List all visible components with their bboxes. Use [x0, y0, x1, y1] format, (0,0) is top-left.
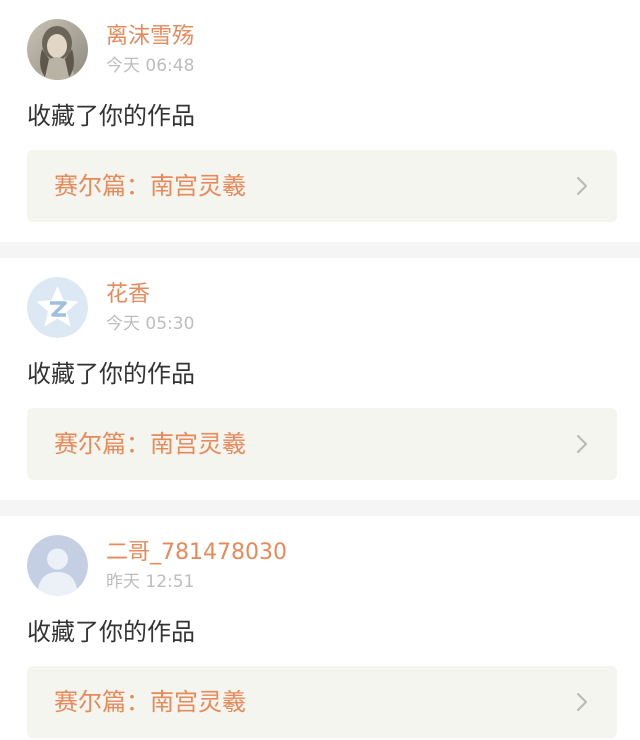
timestamp: 昨天 12:51	[106, 572, 195, 592]
chevron-right-icon	[575, 692, 589, 712]
work-link-card[interactable]: 赛尔篇：南宫灵羲	[27, 666, 617, 738]
username[interactable]: 花香	[106, 281, 150, 309]
notification-card: 二哥_781478030 昨天 12:51 收藏了你的作品 赛尔篇：南宫灵羲	[0, 516, 640, 740]
work-link-card[interactable]: 赛尔篇：南宫灵羲	[27, 408, 617, 480]
action-text: 收藏了你的作品	[27, 618, 195, 646]
work-title: 赛尔篇：南宫灵羲	[54, 172, 246, 200]
username[interactable]: 二哥_781478030	[106, 539, 287, 567]
action-text: 收藏了你的作品	[27, 360, 195, 388]
notification-card: 离沫雪殇 今天 06:48 收藏了你的作品 赛尔篇：南宫灵羲	[0, 0, 640, 242]
timestamp: 今天 05:30	[106, 314, 195, 334]
work-link-card[interactable]: 赛尔篇：南宫灵羲	[27, 150, 617, 222]
default-person-avatar-icon[interactable]	[27, 535, 88, 596]
notification-card: 花香 今天 05:30 收藏了你的作品 赛尔篇：南宫灵羲	[0, 258, 640, 500]
photo-avatar-icon[interactable]	[27, 19, 88, 80]
username[interactable]: 离沫雪殇	[106, 23, 194, 51]
timestamp: 今天 06:48	[106, 56, 195, 76]
chevron-right-icon	[575, 176, 589, 196]
chevron-right-icon	[575, 434, 589, 454]
work-title: 赛尔篇：南宫灵羲	[54, 430, 246, 458]
work-title: 赛尔篇：南宫灵羲	[54, 688, 246, 716]
notification-feed: 离沫雪殇 今天 06:48 收藏了你的作品 赛尔篇：南宫灵羲 花香 今天 05:…	[0, 0, 640, 740]
qzone-star-avatar-icon[interactable]	[27, 277, 88, 338]
action-text: 收藏了你的作品	[27, 102, 195, 130]
